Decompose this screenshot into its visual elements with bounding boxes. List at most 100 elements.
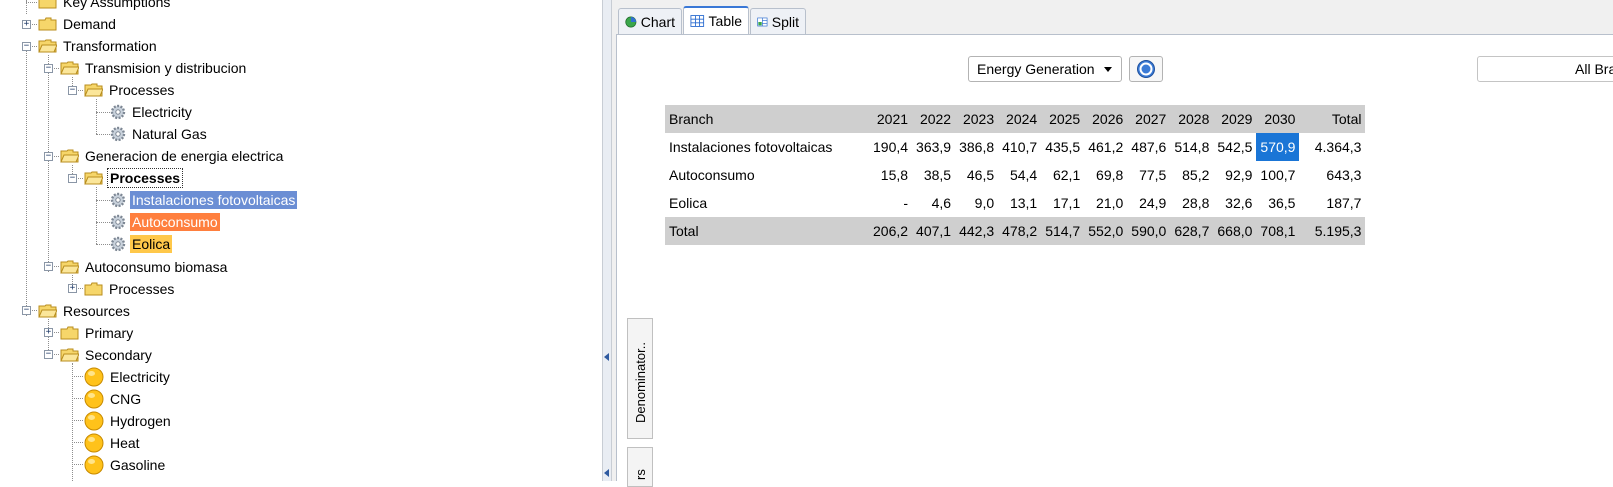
table-cell[interactable]: 77,5 <box>1127 161 1170 189</box>
tree-item-instalaciones[interactable]: Instalaciones fotovoltaicas <box>110 189 298 211</box>
tree-item-processes[interactable]: Processes <box>84 79 176 101</box>
table-cell[interactable]: 552,0 <box>1084 217 1128 245</box>
column-header[interactable]: 2024 <box>998 105 1042 133</box>
collapse-arrow-icon[interactable] <box>604 469 609 477</box>
tree-item-secondary[interactable]: Secondary <box>60 344 154 366</box>
tree-item-demand[interactable]: Demand <box>38 13 118 35</box>
table-cell[interactable]: 410,7 <box>998 133 1041 161</box>
table-cell[interactable]: 62,1 <box>1041 161 1084 189</box>
table-cell[interactable]: 386,8 <box>955 133 998 161</box>
table-cell[interactable]: 69,8 <box>1084 161 1127 189</box>
table-cell[interactable]: 54,4 <box>998 161 1041 189</box>
table-cell[interactable]: 542,5 <box>1213 133 1256 161</box>
column-header[interactable]: 2023 <box>955 105 999 133</box>
tree-item-primary[interactable]: Primary <box>60 322 135 344</box>
tree-item-transformation[interactable]: Transformation <box>38 35 159 57</box>
table-cell[interactable]: 478,2 <box>998 217 1042 245</box>
table-cell[interactable]: 5.195,3 <box>1299 217 1366 245</box>
help-button[interactable] <box>1129 56 1163 82</box>
side-tab[interactable]: rs <box>627 447 653 487</box>
column-header[interactable]: 2021 <box>869 105 913 133</box>
column-header[interactable]: 2025 <box>1041 105 1085 133</box>
tree-item-gasoline[interactable]: Gasoline <box>84 454 167 476</box>
table-cell[interactable]: Total <box>665 217 869 245</box>
table-cell[interactable]: 668,0 <box>1213 217 1257 245</box>
tab-split[interactable]: Split <box>750 8 806 34</box>
column-header[interactable]: Branch <box>665 105 869 133</box>
pane-splitter[interactable] <box>602 0 612 481</box>
table-cell[interactable]: 442,3 <box>955 217 999 245</box>
selected-table-cell[interactable]: 570,9 <box>1256 133 1300 161</box>
table-cell[interactable]: 46,5 <box>955 161 998 189</box>
tree-item-natural-gas[interactable]: Natural Gas <box>110 123 209 145</box>
tree-item-electricity-process[interactable]: Electricity <box>110 101 194 123</box>
table-cell[interactable]: 100,7 <box>1256 161 1299 189</box>
table-total-row[interactable]: Total 206,2 407,1 442,3 478,2 514,7 552,… <box>665 217 1366 245</box>
table-cell[interactable]: 590,0 <box>1127 217 1171 245</box>
table-cell[interactable]: 17,1 <box>1041 189 1084 217</box>
table-cell[interactable]: 514,7 <box>1041 217 1085 245</box>
column-header[interactable]: 2029 <box>1213 105 1257 133</box>
table-cell[interactable]: 363,9 <box>912 133 955 161</box>
table-cell[interactable]: 643,3 <box>1299 161 1365 189</box>
tree-item-resources[interactable]: Resources <box>38 300 132 322</box>
table-cell[interactable]: 435,5 <box>1041 133 1084 161</box>
tree-item-key-assumptions[interactable]: Key Assumptions <box>38 0 172 13</box>
table-cell[interactable]: 487,6 <box>1127 133 1170 161</box>
table-cell[interactable]: 4,6 <box>912 189 955 217</box>
table-cell[interactable]: 187,7 <box>1299 189 1365 217</box>
tree-item-processes[interactable]: Processes <box>84 278 176 300</box>
table-cell[interactable]: Autoconsumo <box>665 161 869 189</box>
table-cell[interactable]: 628,7 <box>1170 217 1214 245</box>
tree-item-processes-selected[interactable]: Processes <box>84 167 184 189</box>
collapse-button[interactable]: − <box>68 86 77 95</box>
expand-button[interactable]: + <box>68 284 77 293</box>
table-cell[interactable]: 28,8 <box>1170 189 1213 217</box>
collapse-button[interactable]: − <box>68 174 77 183</box>
table-cell[interactable]: 21,0 <box>1084 189 1127 217</box>
table-cell[interactable]: 85,2 <box>1170 161 1213 189</box>
tree-item-cng[interactable]: CNG <box>84 388 143 410</box>
table-cell[interactable]: 708,1 <box>1256 217 1300 245</box>
table-cell[interactable]: 13,1 <box>998 189 1041 217</box>
table-cell[interactable]: 461,2 <box>1084 133 1127 161</box>
table-cell[interactable]: 190,4 <box>869 133 912 161</box>
table-cell[interactable]: 38,5 <box>912 161 955 189</box>
table-cell[interactable]: Eolica <box>665 189 869 217</box>
tab-chart[interactable]: Chart <box>618 8 682 34</box>
column-header[interactable]: 2030 <box>1256 105 1300 133</box>
tree-item-generacion[interactable]: Generacion de energia electrica <box>60 145 285 167</box>
table-cell[interactable]: 36,5 <box>1256 189 1299 217</box>
table-cell[interactable]: 4.364,3 <box>1299 133 1365 161</box>
tree-item-eolica[interactable]: Eolica <box>110 233 173 255</box>
table-cell[interactable]: 9,0 <box>955 189 998 217</box>
tab-table[interactable]: Table <box>683 6 749 34</box>
tree-item-heat[interactable]: Heat <box>84 432 142 454</box>
tree-item-autoconsumo[interactable]: Autoconsumo <box>110 211 220 233</box>
table-cell[interactable]: 15,8 <box>869 161 912 189</box>
collapse-button[interactable]: − <box>44 262 53 271</box>
column-header[interactable]: 2028 <box>1170 105 1214 133</box>
table-cell[interactable]: 92,9 <box>1213 161 1256 189</box>
expand-button[interactable]: + <box>44 328 53 337</box>
tree-item-transmision[interactable]: Transmision y distribucion <box>60 57 248 79</box>
column-header[interactable]: 2026 <box>1084 105 1128 133</box>
table-cell[interactable]: 24,9 <box>1127 189 1170 217</box>
table-row[interactable]: Autoconsumo 15,8 38,5 46,5 54,4 62,1 69,… <box>665 161 1365 189</box>
collapse-button[interactable]: − <box>44 350 53 359</box>
expand-button[interactable]: + <box>22 20 31 29</box>
column-header[interactable]: 2022 <box>912 105 956 133</box>
table-cell[interactable]: - <box>869 189 912 217</box>
tree-item-electricity-resource[interactable]: Electricity <box>84 366 172 388</box>
table-cell[interactable]: 407,1 <box>912 217 956 245</box>
table-row[interactable]: Instalaciones fotovoltaicas 190,4 363,9 … <box>665 133 1365 161</box>
collapse-button[interactable]: − <box>22 306 31 315</box>
table-cell[interactable]: 32,6 <box>1213 189 1256 217</box>
collapse-button[interactable]: − <box>44 152 53 161</box>
collapse-button[interactable]: − <box>44 64 53 73</box>
variable-select[interactable]: Energy Generation <box>968 56 1122 82</box>
tree-item-autoconsumo-biomasa[interactable]: Autoconsumo biomasa <box>60 256 229 278</box>
tree-item-hydrogen[interactable]: Hydrogen <box>84 410 173 432</box>
column-header[interactable]: 2027 <box>1127 105 1171 133</box>
column-header[interactable]: Total <box>1299 105 1366 133</box>
